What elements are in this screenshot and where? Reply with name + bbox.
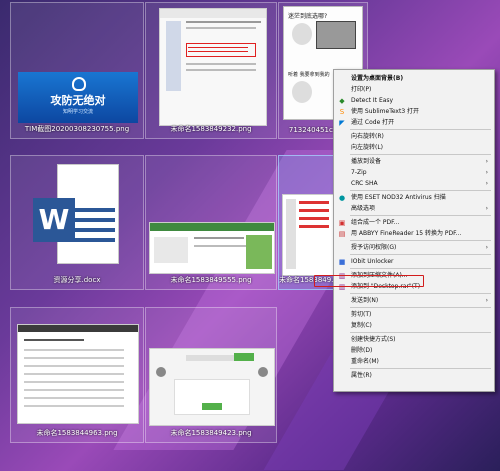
menu-item[interactable]: ▣ 组合成一个 PDF... [334,217,494,228]
file-tile[interactable]: 未命名1583844963.png [10,307,144,443]
menu-item[interactable]: 授予访问权限(G) › [334,242,494,253]
iobit-icon: ■ [338,258,346,266]
menu-item[interactable]: CRC SHA › [334,178,494,189]
menu-separator [350,190,491,191]
highlight-box [314,275,424,287]
file-name: 资源分享.docx [53,276,101,284]
menu-item-label: 授予访问权限(G) [351,244,397,251]
menu-item[interactable]: 高级选项 › [334,203,494,214]
banner-text: 攻防无绝对 [50,94,106,107]
file-tile[interactable]: 未命名1583849232.png [145,2,277,139]
file-name: 未命名1583844963.png [36,429,118,437]
menu-item[interactable]: 播放到设备 › [334,156,494,167]
menu-separator [350,215,491,216]
menu-item-label: 设置为桌面背景(B) [351,75,404,82]
banner-subtext: 知明学习交流 [62,109,93,115]
chevron-right-icon: › [485,297,488,304]
menu-item-label: 高级选项 [351,205,376,212]
meme-caption: 迷茫到底选哪? [288,13,328,20]
die-icon: ◆ [339,97,345,105]
chevron-right-icon: › [485,244,488,251]
shield-icon [72,77,86,91]
file-name: 未命名1583849423.png [170,429,252,437]
menu-item-label: 使用 ESET NOD32 Antivirus 扫描 [351,194,446,201]
menu-item-label: 删除(D) [351,347,373,354]
file-tile[interactable]: 攻防无绝对 知明学习交流 TIM截图20200308230755.png [10,2,144,139]
file-tile-selected[interactable]: 未命名1583849... [278,155,335,290]
thumbnail [159,8,267,126]
file-tile[interactable]: 未命名1583849555.png [145,155,277,290]
menu-item-label: 组合成一个 PDF... [351,219,400,226]
menu-item[interactable]: 属性(R) [334,370,494,381]
file-name: 未命名1583849232.png [170,125,252,133]
menu-item-label: 用 ABBYY FineReader 15 转换为 PDF... [351,230,462,237]
menu-item[interactable]: 设置为桌面背景(B) [334,73,494,84]
menu-item[interactable]: 重命名(M) [334,356,494,367]
menu-item[interactable]: 剪切(T) [334,309,494,320]
menu-item-label: 属性(R) [351,372,372,379]
menu-item-label: 剪切(T) [351,311,372,318]
menu-item[interactable]: 7-Zip › [334,167,494,178]
menu-item-label: 复制(C) [351,322,372,329]
menu-separator [350,154,491,155]
menu-item-label: 发送到(N) [351,297,379,304]
menu-item[interactable]: ● 使用 ESET NOD32 Antivirus 扫描 [334,192,494,203]
file-tile[interactable]: 未命名1583849423.png [145,307,277,443]
chevron-right-icon: › [485,205,488,212]
menu-separator [350,254,491,255]
menu-item[interactable]: ■ IObit Unlocker [334,256,494,267]
menu-item[interactable]: 向左旋转(L) [334,142,494,153]
abbyy-icon: ▤ [338,230,346,238]
file-name: TIM截图20200308230755.png [24,125,130,133]
chevron-right-icon: › [485,169,488,176]
menu-separator [350,307,491,308]
menu-separator [350,240,491,241]
menu-item-label: 使用 SublimeText3 打开 [351,108,420,115]
menu-item[interactable]: 复制(C) [334,320,494,331]
word-document-icon: W [27,164,127,274]
menu-item-label: 创建快捷方式(S) [351,336,396,343]
menu-item[interactable]: ◆ Detect It Easy [334,95,494,106]
thumbnail [149,222,275,274]
meme-caption: 听着 我要拿到我的 [288,72,330,78]
menu-item[interactable]: ▤ 用 ABBYY FineReader 15 转换为 PDF... [334,228,494,239]
menu-item-label: 向左旋转(L) [351,144,384,151]
chevron-right-icon: › [485,158,488,165]
menu-item[interactable]: ◤ 通过 Code 打开 [334,117,494,128]
context-menu: 设置为桌面背景(B) 打印(P) ◆ Detect It Easy S 使用 Sublim… [333,69,495,392]
pdf-icon: ▣ [338,219,346,227]
menu-separator [350,129,491,130]
menu-separator [350,268,491,269]
file-name: 未命名1583849555.png [170,276,252,284]
menu-item[interactable]: 发送到(N) › [334,295,494,306]
menu-item-label: Detect It Easy [351,97,394,104]
chevron-right-icon: › [485,180,488,187]
menu-item-label: 7-Zip [351,169,367,176]
thumbnail [282,194,335,276]
menu-separator [350,332,491,333]
menu-item[interactable]: 创建快捷方式(S) [334,334,494,345]
menu-item-label: 打印(P) [351,86,372,93]
menu-item[interactable]: S 使用 SublimeText3 打开 [334,106,494,117]
menu-separator [350,368,491,369]
thumbnail: 攻防无绝对 知明学习交流 [18,72,138,123]
menu-item-label: 通过 Code 打开 [351,119,395,126]
menu-item[interactable]: 打印(P) [334,84,494,95]
menu-item-label: 播放到设备 [351,158,382,165]
vscode-icon: ◤ [339,119,345,127]
menu-item-label: CRC SHA [351,180,378,187]
thumbnail [17,324,139,424]
sublime-icon: S [339,108,345,116]
eset-icon: ● [338,194,346,202]
menu-item-label: 重命名(M) [351,358,379,365]
file-tile[interactable]: W 资源分享.docx [10,155,144,290]
menu-item-label: 向右旋转(R) [351,133,384,140]
thumbnail [149,348,275,426]
menu-item[interactable]: 删除(D) [334,345,494,356]
menu-item-label: IObit Unlocker [351,258,394,265]
menu-item[interactable]: 向右旋转(R) [334,131,494,142]
menu-separator [350,293,491,294]
